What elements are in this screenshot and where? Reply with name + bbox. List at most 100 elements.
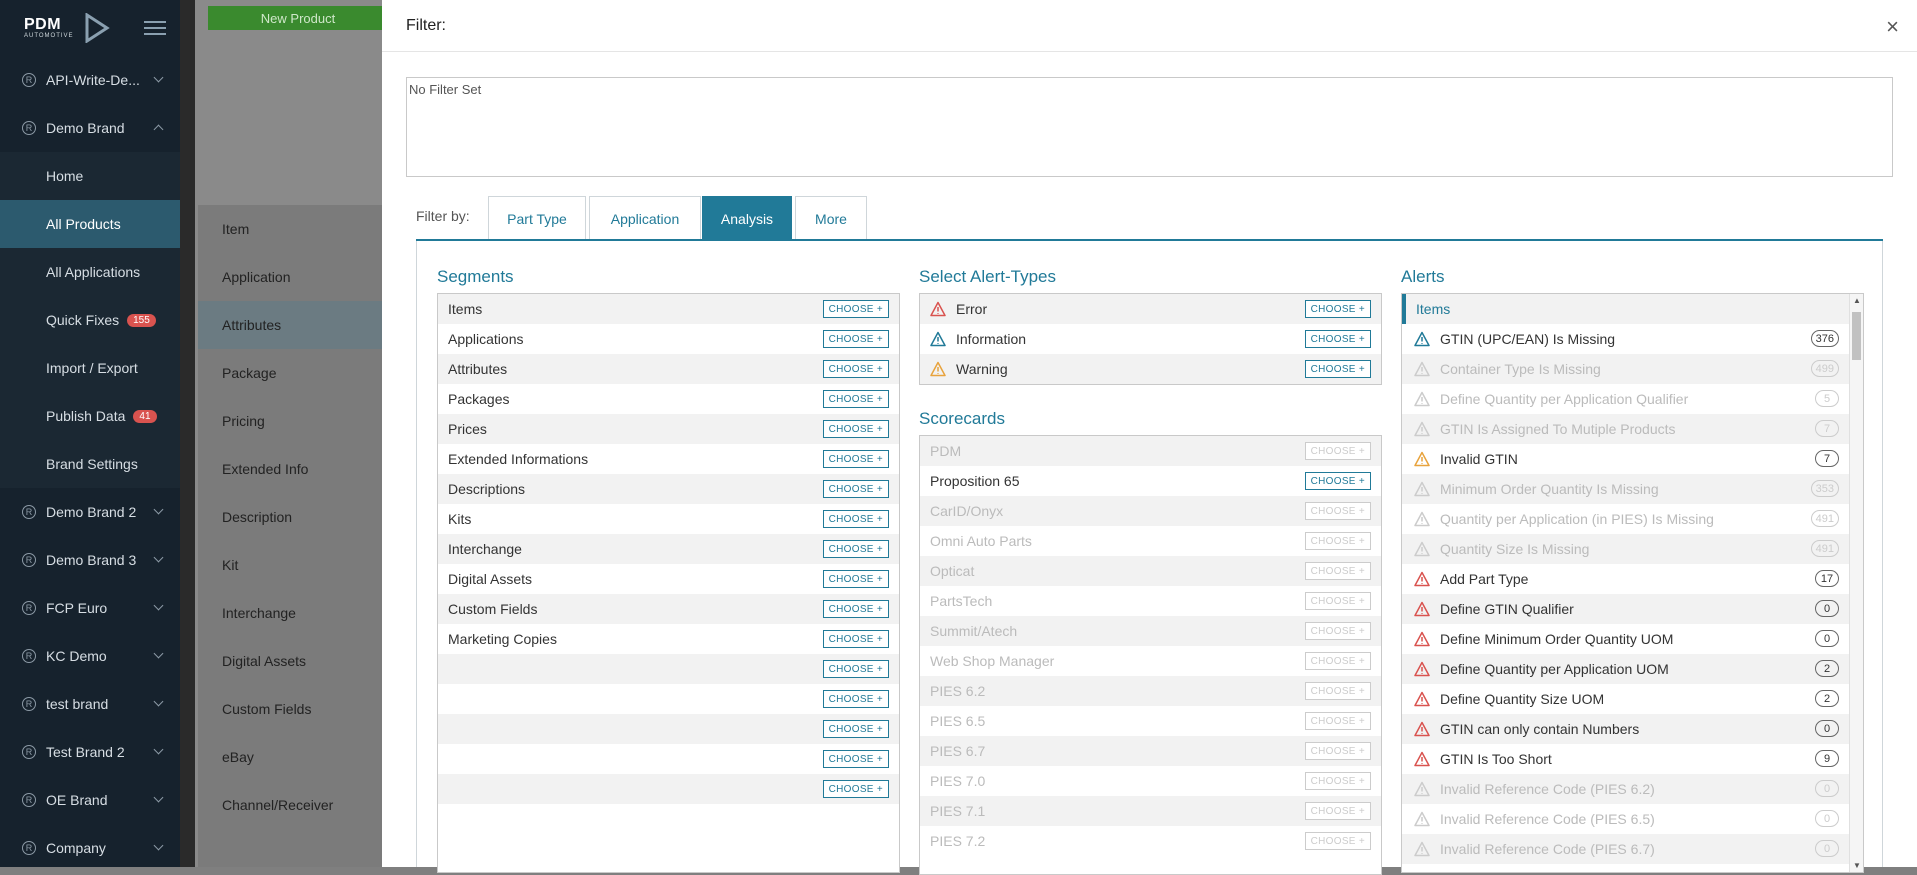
alert-row[interactable]: Define Quantity Size UOM 2 xyxy=(1402,684,1849,714)
choose-button[interactable]: CHOOSE + xyxy=(822,510,889,528)
product-nav-item[interactable]: eBay xyxy=(198,733,385,781)
choose-button[interactable]: CHOOSE + xyxy=(822,750,889,768)
sidebar-item[interactable]: All Products xyxy=(0,200,180,248)
filter-text-area[interactable]: No Filter Set xyxy=(406,77,1893,177)
choose-button[interactable]: CHOOSE + xyxy=(822,480,889,498)
choose-button[interactable]: CHOOSE + xyxy=(822,360,889,378)
tab-part-type[interactable]: Part Type xyxy=(488,196,586,240)
choose-button[interactable]: CHOOSE + xyxy=(822,660,889,678)
product-nav-item[interactable]: Package xyxy=(198,349,385,397)
sidebar-brand[interactable]: R Demo Brand 3 xyxy=(0,536,180,584)
menu-toggle-icon[interactable] xyxy=(144,17,166,39)
choose-button[interactable]: CHOOSE + xyxy=(1304,652,1371,670)
choose-button[interactable]: CHOOSE + xyxy=(822,300,889,318)
alert-row[interactable]: Define Minimum Order Quantity UOM 0 xyxy=(1402,624,1849,654)
registered-icon: R xyxy=(22,697,36,711)
alert-row[interactable]: Invalid Reference Code (PIES 6.7) 0 xyxy=(1402,834,1849,864)
product-nav-item[interactable]: Description xyxy=(198,493,385,541)
choose-button[interactable]: CHOOSE + xyxy=(822,720,889,738)
scroll-thumb[interactable] xyxy=(1852,312,1861,360)
product-nav-item[interactable]: Application xyxy=(198,253,385,301)
alert-row[interactable]: Container Type Is Missing 499 xyxy=(1402,354,1849,384)
tab-application[interactable]: Application xyxy=(589,196,701,240)
scorecard-label: Proposition 65 xyxy=(930,473,1020,489)
alert-row[interactable]: GTIN can only contain Numbers 0 xyxy=(1402,714,1849,744)
choose-button[interactable]: CHOOSE + xyxy=(822,390,889,408)
alert-row[interactable]: Invalid Reference Code (PIES 6.5) 0 xyxy=(1402,804,1849,834)
alert-row[interactable]: Invalid GTIN 7 xyxy=(1402,444,1849,474)
choose-button[interactable]: CHOOSE + xyxy=(822,540,889,558)
sidebar-brand[interactable]: R FCP Euro xyxy=(0,584,180,632)
choose-button[interactable]: CHOOSE + xyxy=(822,690,889,708)
product-nav-item[interactable]: Pricing xyxy=(198,397,385,445)
alert-row[interactable]: Define Quantity per Application UOM 2 xyxy=(1402,654,1849,684)
product-nav-item[interactable]: Digital Assets xyxy=(198,637,385,685)
sidebar-brand[interactable]: R Demo Brand 2 xyxy=(0,488,180,536)
alert-row[interactable]: Quantity per Application (in PIES) Is Mi… xyxy=(1402,504,1849,534)
sidebar-brand[interactable]: R OE Brand xyxy=(0,776,180,824)
alert-row[interactable]: Define Quantity per Application Qualifie… xyxy=(1402,384,1849,414)
segment-label: Applications xyxy=(448,331,524,347)
choose-button[interactable]: CHOOSE + xyxy=(1304,502,1371,520)
choose-button[interactable]: CHOOSE + xyxy=(822,450,889,468)
product-nav-item[interactable]: Interchange xyxy=(198,589,385,637)
tab-more[interactable]: More xyxy=(795,196,867,240)
close-icon[interactable]: × xyxy=(1886,14,1899,40)
alert-row[interactable]: Define GTIN Qualifier 0 xyxy=(1402,594,1849,624)
sidebar-item[interactable]: Brand Settings xyxy=(0,440,180,488)
sidebar-brand[interactable]: R API-Write-De... xyxy=(0,56,180,104)
alert-row[interactable]: GTIN (UPC/EAN) Is Missing 376 xyxy=(1402,324,1849,354)
alert-row[interactable]: GTIN Is Too Short 9 xyxy=(1402,744,1849,774)
alert-row[interactable]: Quantity Size Is Missing 491 xyxy=(1402,534,1849,564)
sidebar-item[interactable]: Home xyxy=(0,152,180,200)
sidebar-brand[interactable]: R Test Brand 2 xyxy=(0,728,180,776)
choose-button[interactable]: CHOOSE + xyxy=(1304,682,1371,700)
alerts-header[interactable]: Items xyxy=(1402,294,1849,324)
scroll-up-icon[interactable]: ▲ xyxy=(1853,296,1861,305)
choose-button[interactable]: CHOOSE + xyxy=(1304,330,1371,348)
choose-button[interactable]: CHOOSE + xyxy=(1304,592,1371,610)
alert-row[interactable]: Add Part Type 17 xyxy=(1402,564,1849,594)
sidebar-item[interactable]: Quick Fixes 155 xyxy=(0,296,180,344)
sidebar-scrollbar[interactable] xyxy=(180,0,195,867)
product-nav-item[interactable]: Attributes xyxy=(198,301,385,349)
product-nav-item[interactable]: Item xyxy=(198,205,385,253)
alert-row[interactable]: GTIN Is Assigned To Mutiple Products 7 xyxy=(1402,414,1849,444)
product-nav-item[interactable]: Custom Fields xyxy=(198,685,385,733)
new-product-button[interactable]: New Product xyxy=(208,6,388,30)
choose-button[interactable]: CHOOSE + xyxy=(1304,300,1371,318)
choose-button[interactable]: CHOOSE + xyxy=(822,330,889,348)
choose-button[interactable]: CHOOSE + xyxy=(1304,562,1371,580)
choose-button[interactable]: CHOOSE + xyxy=(1304,832,1371,850)
scroll-down-icon[interactable]: ▼ xyxy=(1853,861,1861,870)
choose-button[interactable]: CHOOSE + xyxy=(822,600,889,618)
logo[interactable]: PDM AUTOMOTIVE xyxy=(0,0,180,56)
product-nav-item[interactable]: Extended Info xyxy=(198,445,385,493)
choose-button[interactable]: CHOOSE + xyxy=(822,420,889,438)
alerts-scrollbar[interactable]: ▲ ▼ xyxy=(1849,294,1863,872)
sidebar-item[interactable]: Import / Export xyxy=(0,344,180,392)
choose-button[interactable]: CHOOSE + xyxy=(1304,802,1371,820)
choose-button[interactable]: CHOOSE + xyxy=(1304,742,1371,760)
sidebar-item[interactable]: Publish Data 41 xyxy=(0,392,180,440)
choose-button[interactable]: CHOOSE + xyxy=(1304,472,1371,490)
choose-button[interactable]: CHOOSE + xyxy=(1304,772,1371,790)
alert-row[interactable]: Minimum Order Quantity Is Missing 353 xyxy=(1402,474,1849,504)
sidebar-item[interactable]: All Applications xyxy=(0,248,180,296)
product-nav-item[interactable]: Kit xyxy=(198,541,385,589)
sidebar-brand[interactable]: R Demo Brand xyxy=(0,104,180,152)
sidebar-brand[interactable]: Rtest brand xyxy=(0,680,180,728)
alert-row[interactable]: Invalid Reference Code (PIES 6.2) 0 xyxy=(1402,774,1849,804)
choose-button[interactable]: CHOOSE + xyxy=(1304,622,1371,640)
choose-button[interactable]: CHOOSE + xyxy=(1304,442,1371,460)
product-nav-item[interactable]: Channel/Receiver xyxy=(198,781,385,829)
choose-button[interactable]: CHOOSE + xyxy=(822,570,889,588)
sidebar-brand[interactable]: R Company xyxy=(0,824,180,867)
tab-analysis[interactable]: Analysis xyxy=(702,196,792,240)
choose-button[interactable]: CHOOSE + xyxy=(822,780,889,798)
choose-button[interactable]: CHOOSE + xyxy=(1304,360,1371,378)
sidebar-brand[interactable]: R KC Demo xyxy=(0,632,180,680)
choose-button[interactable]: CHOOSE + xyxy=(1304,712,1371,730)
choose-button[interactable]: CHOOSE + xyxy=(822,630,889,648)
choose-button[interactable]: CHOOSE + xyxy=(1304,532,1371,550)
